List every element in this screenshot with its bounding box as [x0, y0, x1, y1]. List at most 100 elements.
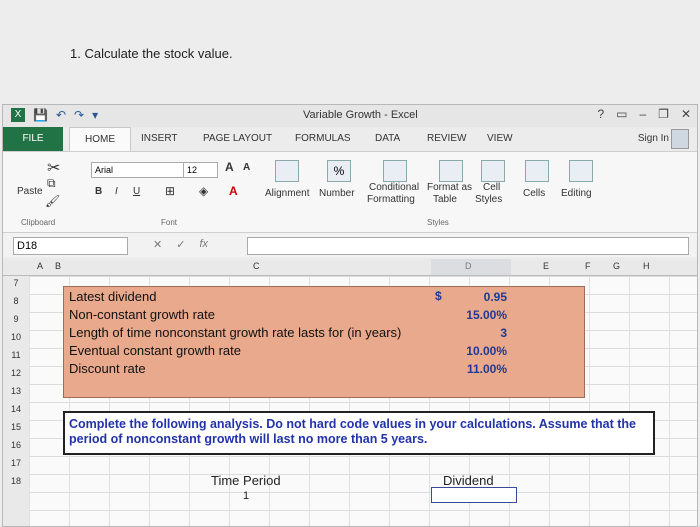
- row-header[interactable]: 7: [3, 278, 29, 288]
- group-font-label: Font: [161, 218, 178, 227]
- italic-button[interactable]: I: [115, 186, 118, 197]
- conditional-label[interactable]: Conditional: [369, 182, 419, 193]
- minimize-icon[interactable]: –: [639, 107, 646, 121]
- restore-icon[interactable]: ❐: [658, 107, 669, 121]
- ribbon-display-icon[interactable]: ▭: [616, 107, 627, 121]
- group-clipboard-label: Clipboard: [21, 218, 56, 227]
- format-as-label[interactable]: Format as: [427, 182, 472, 193]
- row-header[interactable]: 11: [3, 350, 29, 360]
- formula-actions: ✕ ✓ fx: [153, 238, 208, 251]
- input-label-discount-rate[interactable]: Discount rate: [69, 361, 146, 376]
- time-period-cell[interactable]: 1: [243, 490, 249, 502]
- tab-view[interactable]: VIEW: [487, 133, 513, 144]
- percent-button[interactable]: %: [327, 160, 351, 182]
- redo-icon[interactable]: ↷: [74, 108, 84, 122]
- tab-file[interactable]: FILE: [3, 127, 63, 151]
- table-label[interactable]: Table: [433, 194, 457, 205]
- input-label-nonconstant-growth[interactable]: Non-constant growth rate: [69, 307, 215, 322]
- tab-data[interactable]: DATA: [375, 133, 400, 144]
- grow-font-button[interactable]: A: [225, 160, 234, 174]
- font-name-select[interactable]: Arial: [91, 162, 184, 178]
- alignment-icon[interactable]: [275, 160, 299, 182]
- group-styles-label: Styles: [427, 218, 449, 227]
- styles-label[interactable]: Styles: [475, 194, 502, 205]
- conditional-formatting-icon[interactable]: [383, 160, 407, 182]
- fill-color-icon[interactable]: ◈: [199, 184, 208, 198]
- input-label-constant-growth[interactable]: Eventual constant growth rate: [69, 343, 241, 358]
- input-label-latest-dividend[interactable]: Latest dividend: [69, 289, 156, 304]
- cell-styles-icon[interactable]: [481, 160, 505, 182]
- col-header-h[interactable]: H: [643, 261, 650, 271]
- question-text: 1. Calculate the stock value.: [70, 46, 233, 61]
- input-value-discount-rate[interactable]: 11.00%: [437, 362, 507, 376]
- row-header[interactable]: 13: [3, 386, 29, 396]
- instruction-text: Complete the following analysis. Do not …: [69, 417, 637, 446]
- sign-in-link[interactable]: Sign In: [638, 133, 669, 144]
- row-header[interactable]: 10: [3, 332, 29, 342]
- col-header-a[interactable]: A: [37, 261, 43, 271]
- col-header-g[interactable]: G: [613, 261, 620, 271]
- row-header[interactable]: 9: [3, 314, 29, 324]
- insert-function-icon[interactable]: fx: [199, 238, 208, 251]
- undo-icon[interactable]: ↶: [56, 108, 66, 122]
- number-button[interactable]: Number: [319, 188, 355, 199]
- alignment-button[interactable]: Alignment: [265, 188, 309, 199]
- formula-input[interactable]: [247, 237, 689, 255]
- input-value-constant-growth[interactable]: 10.00%: [437, 344, 507, 358]
- tab-home[interactable]: HOME: [69, 127, 131, 152]
- row-header[interactable]: 12: [3, 368, 29, 378]
- row-header[interactable]: 8: [3, 296, 29, 306]
- editing-button[interactable]: Editing: [561, 188, 592, 199]
- quick-access-toolbar: X 💾 ↶ ↷ ▾: [11, 108, 98, 122]
- photo-background: 1. Calculate the stock value. X 💾 ↶ ↷ ▾ …: [0, 0, 700, 527]
- row-header[interactable]: 17: [3, 458, 29, 468]
- tab-insert[interactable]: INSERT: [141, 133, 178, 144]
- close-icon[interactable]: ✕: [681, 107, 691, 121]
- tab-review[interactable]: REVIEW: [427, 133, 466, 144]
- input-value-nonconstant-growth[interactable]: 15.00%: [437, 308, 507, 322]
- tab-page-layout[interactable]: PAGE LAYOUT: [203, 133, 272, 144]
- row-headers: 7 8 9 10 11 12 13 14 15 16 17 18: [3, 276, 30, 526]
- user-avatar-icon[interactable]: [671, 129, 689, 149]
- dividend-header[interactable]: Dividend: [443, 473, 494, 488]
- help-icon[interactable]: ?: [597, 107, 604, 121]
- cells-icon[interactable]: [525, 160, 549, 182]
- paste-button[interactable]: Paste: [17, 186, 43, 197]
- tab-formulas[interactable]: FORMULAS: [295, 133, 351, 144]
- col-header-f[interactable]: F: [585, 261, 591, 271]
- input-value-latest-dividend[interactable]: 0.95: [437, 290, 507, 304]
- shrink-font-button[interactable]: A: [243, 162, 250, 173]
- col-header-c[interactable]: C: [253, 261, 260, 271]
- name-box[interactable]: D18: [13, 237, 128, 255]
- dividend-cell-selected[interactable]: [431, 487, 517, 503]
- row-header[interactable]: 14: [3, 404, 29, 414]
- row-header[interactable]: 15: [3, 422, 29, 432]
- time-period-header[interactable]: Time Period: [211, 473, 281, 488]
- cancel-icon[interactable]: ✕: [153, 238, 162, 251]
- font-color-icon[interactable]: A: [229, 184, 238, 198]
- row-header[interactable]: 16: [3, 440, 29, 450]
- bold-button[interactable]: B: [95, 186, 102, 197]
- cell-label[interactable]: Cell: [483, 182, 500, 193]
- enter-icon[interactable]: ✓: [176, 238, 185, 251]
- customize-qat-icon[interactable]: ▾: [92, 108, 98, 122]
- formatting-label[interactable]: Formatting: [367, 194, 415, 205]
- cut-icon[interactable]: ✂: [47, 158, 60, 178]
- col-header-b[interactable]: B: [55, 261, 61, 271]
- copy-icon[interactable]: ⧉: [47, 176, 56, 191]
- input-label-nonconstant-length[interactable]: Length of time nonconstant growth rate l…: [69, 325, 401, 340]
- borders-icon[interactable]: ⊞: [165, 184, 175, 198]
- format-painter-icon[interactable]: 🖌: [45, 194, 60, 208]
- save-icon[interactable]: 💾: [33, 108, 48, 122]
- font-size-select[interactable]: 12: [183, 162, 218, 178]
- ribbon: ✂ ⧉ 🖌 Paste Arial 12 A A B I U ⊞ ◈ A Ali…: [3, 151, 697, 233]
- col-header-e[interactable]: E: [543, 261, 549, 271]
- underline-button[interactable]: U: [133, 186, 140, 197]
- format-as-table-icon[interactable]: [439, 160, 463, 182]
- cells-button[interactable]: Cells: [523, 188, 545, 199]
- instruction-note[interactable]: Complete the following analysis. Do not …: [63, 411, 655, 455]
- column-headers: A B C D E F G H: [3, 259, 697, 276]
- input-value-nonconstant-length[interactable]: 3: [437, 326, 507, 340]
- row-header[interactable]: 18: [3, 476, 29, 486]
- binoculars-icon[interactable]: [569, 160, 593, 182]
